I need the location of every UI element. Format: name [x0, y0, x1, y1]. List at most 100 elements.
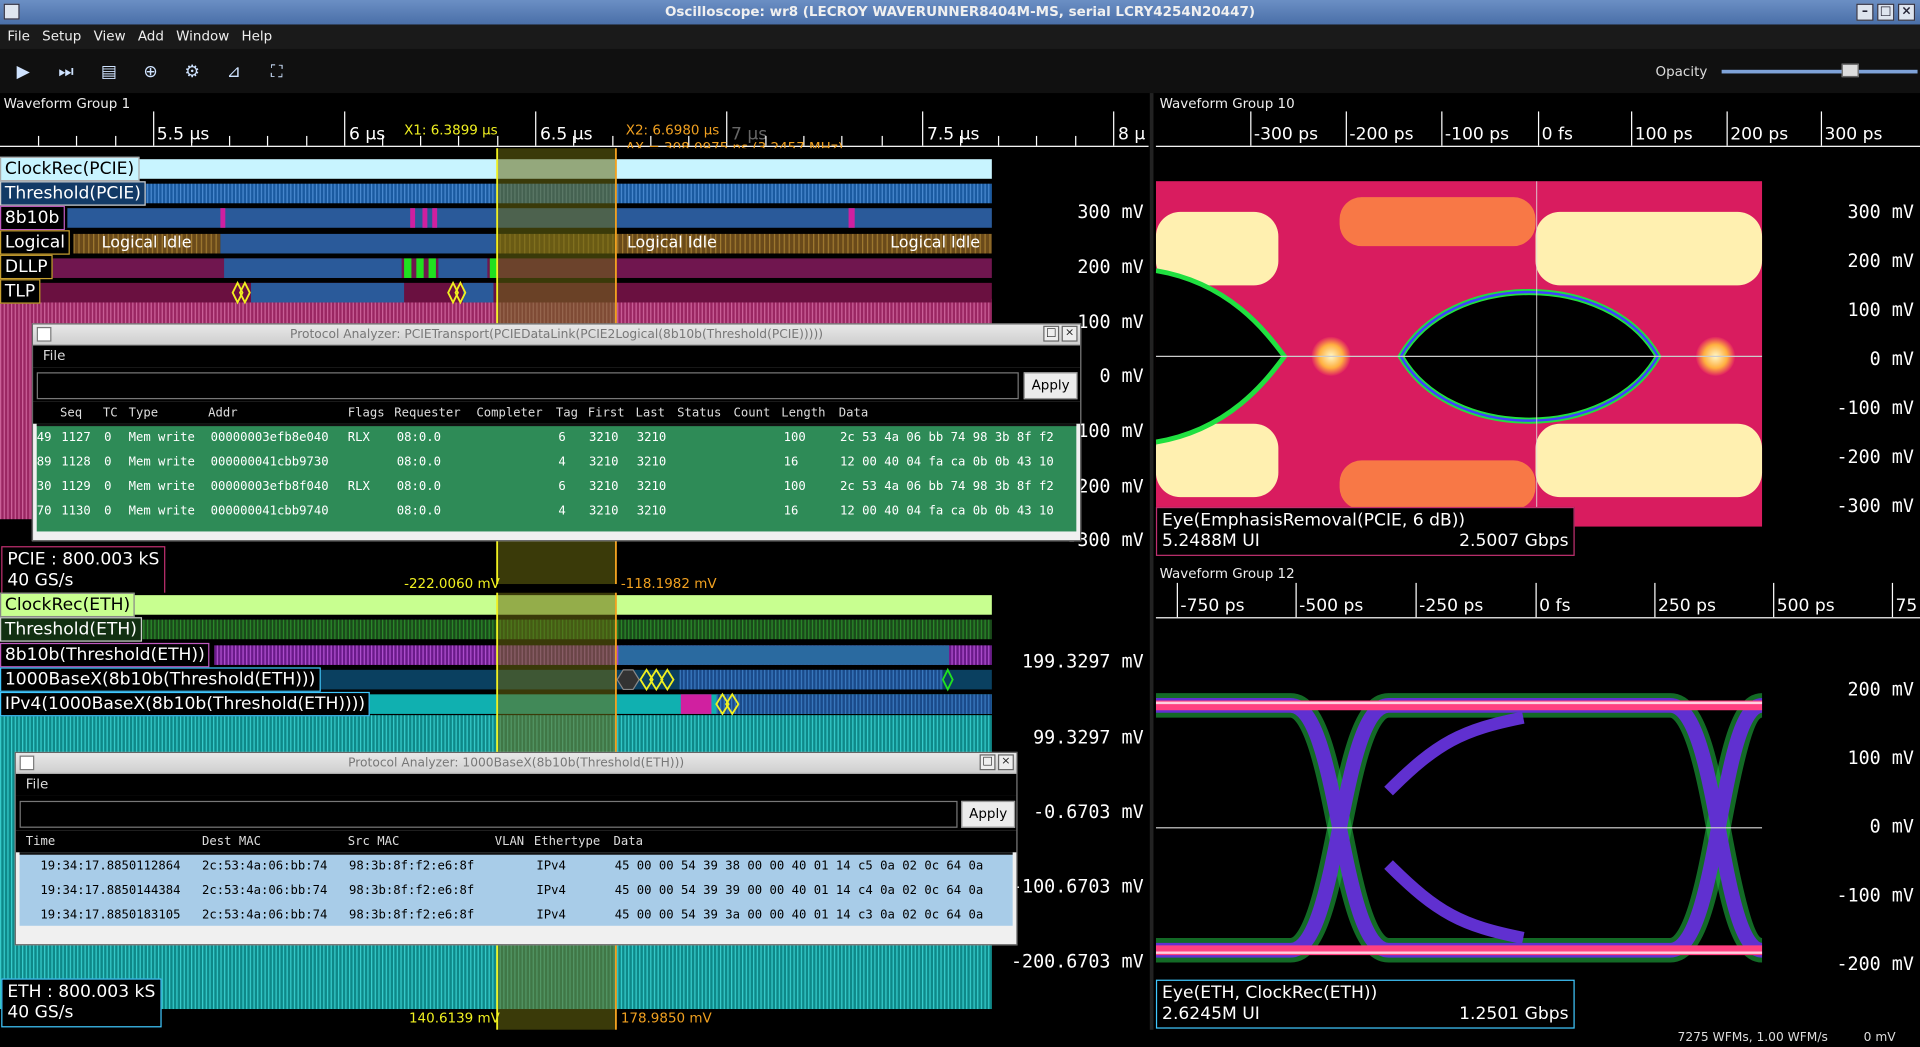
column-header[interactable]: Addr [208, 407, 238, 420]
cell: 19:34:17.8850183105 [40, 908, 181, 923]
pcie-dllp-label[interactable]: DLLP [0, 254, 53, 280]
cell: IPv4 [536, 859, 566, 874]
table-row[interactable]: 30 1129 0 Mem write 00000003efb8f040 RLX 08:0.… [37, 475, 1077, 499]
apply-button[interactable]: Apply [961, 800, 1016, 828]
column-header[interactable]: VLAN [495, 835, 525, 848]
settings-icon[interactable]: ⚙ [176, 59, 208, 86]
tick-label: -750 ps [1180, 596, 1245, 616]
waveform-rate-status: 7275 WFMs, 1.00 WFM/s [1677, 1031, 1828, 1045]
dialog-title-bar[interactable]: Protocol Analyzer: 1000BaseX(8b10b(Thres… [15, 753, 1017, 774]
column-header[interactable]: Data [613, 835, 643, 848]
group10-time-ruler[interactable]: -300 ps -200 ps -100 ps 0 fs 100 ps 200 … [1155, 111, 1920, 147]
history-icon[interactable]: ▤ [93, 59, 125, 86]
play-icon[interactable]: ▶ [7, 59, 39, 86]
cell: 45 00 00 54 39 3a 00 00 40 01 14 c3 0a 0… [614, 908, 984, 923]
pcie-tlp-label[interactable]: TLP [0, 279, 41, 304]
dialog-title-bar[interactable]: Protocol Analyzer: PCIETransport(PCIEDat… [33, 324, 1081, 346]
close-icon[interactable]: × [997, 754, 1014, 771]
menu-setup[interactable]: Setup [37, 24, 86, 48]
group1-time-ruler[interactable]: 5.5 μs 6 μs 6.5 μs 7 μs 7.5 μs 8 μ X1: 6… [0, 111, 1149, 156]
eth-clockrec-label[interactable]: ClockRec(ETH) [0, 592, 136, 618]
column-header[interactable]: TC [103, 407, 118, 420]
pcie-protocol-analyzer-dialog[interactable]: Protocol Analyzer: PCIETransport(PCIEDat… [31, 323, 1082, 542]
column-header[interactable]: Seq [60, 407, 82, 420]
eth-1000basex-label[interactable]: 1000BaseX(8b10b(Threshold(ETH))) [0, 667, 321, 692]
maximize-icon[interactable]: □ [1043, 325, 1060, 342]
fullscreen-icon[interactable]: ⛶ [261, 59, 293, 86]
table-row[interactable]: 89 1128 0 Mem write 000000041cbb9730 08:0.0 4 3… [37, 451, 1077, 475]
column-header[interactable]: Dest MAC [202, 835, 261, 848]
opacity-slider[interactable] [1721, 69, 1918, 74]
column-header[interactable]: Type [129, 407, 159, 420]
column-header[interactable]: Completer [476, 407, 542, 420]
group12-time-ruler[interactable]: -750 ps -500 ps -250 ps 0 fs 250 ps 500 … [1155, 582, 1920, 619]
column-header[interactable]: Src MAC [348, 835, 400, 848]
menu-add[interactable]: Add [133, 24, 169, 48]
pcie-channel-info[interactable]: PCIE : 800.003 kS 40 GS/s [1, 546, 166, 596]
step-icon[interactable]: ⏭ [50, 59, 82, 86]
menu-window[interactable]: Window [171, 24, 234, 48]
column-header[interactable]: Count [733, 407, 770, 420]
maximize-icon[interactable]: □ [979, 754, 996, 771]
close-button[interactable]: × [1897, 3, 1916, 21]
eth-channel-info[interactable]: ETH : 800.003 kS 40 GS/s [1, 978, 162, 1028]
dialog-menu-file[interactable]: File [43, 348, 66, 364]
menu-file[interactable]: File [2, 24, 34, 48]
pcie-eye-diagram[interactable]: 300 mV 200 mV 100 mV 0 mV -100 mV -200 m… [1155, 148, 1920, 559]
tick-label: -100 ps [1444, 124, 1510, 145]
pcie-eye-info[interactable]: Eye(EmphasisRemoval(PCIE, 6 dB)) 5.2488M… [1155, 506, 1575, 556]
column-header[interactable]: Length [781, 407, 825, 420]
pcie-8b10b-label[interactable]: 8b10b [0, 205, 65, 231]
measure-icon[interactable]: ⊿ [218, 59, 250, 86]
eth-eye-diagram[interactable]: 200 mV 100 mV 0 mV -100 mV -200 mV Eye(E… [1155, 619, 1920, 1030]
eth-protocol-analyzer-dialog[interactable]: Protocol Analyzer: 1000BaseX(8b10b(Thres… [14, 751, 1018, 946]
table-row[interactable]: 19:34:17.8850112864 2c:53:4a:06:bb:74 98:3… [20, 855, 1013, 879]
pcie-clockrec-label[interactable]: ClockRec(PCIE) [0, 156, 140, 182]
pcie-sample-rate: 40 GS/s [7, 570, 74, 591]
cell: 49 [36, 431, 52, 445]
cursor1-readout: X1: 6.3899 μs [404, 122, 498, 139]
maximize-button[interactable]: □ [1877, 3, 1895, 21]
splitter-vertical[interactable] [1149, 93, 1154, 1030]
close-icon[interactable]: × [1061, 325, 1078, 342]
eye-name: Eye(ETH, ClockRec(ETH)) [1162, 983, 1378, 1003]
column-header[interactable]: Ethertype [534, 835, 600, 848]
add-channel-icon[interactable]: ⊕ [135, 59, 167, 86]
filter-input[interactable] [36, 372, 1019, 400]
filter-input[interactable] [19, 800, 958, 828]
opacity-slider-handle[interactable] [1841, 63, 1859, 78]
pcie-logical-label[interactable]: Logical [0, 230, 70, 255]
menu-view[interactable]: View [89, 24, 131, 48]
cell: 00000003efb8e040 [210, 431, 329, 445]
eth-cursor2-value: 178.9850 mV [620, 1010, 712, 1027]
table-row[interactable]: 70 1130 0 Mem write 000000041cbb9740 08:0.0 4 3… [37, 500, 1077, 524]
eth-ipv4-label[interactable]: IPv4(1000BaseX(8b10b(Threshold(ETH)))) [0, 691, 371, 717]
minimize-button[interactable]: – [1856, 3, 1874, 21]
pcie-threshold-label[interactable]: Threshold(PCIE) [0, 181, 146, 206]
eth-eye-info[interactable]: Eye(ETH, ClockRec(ETH)) 2.6245M UI 1.2501… [1155, 979, 1575, 1029]
menu-help[interactable]: Help [237, 24, 278, 48]
status-bar: 7275 WFMs, 1.00 WFM/s 0 mV [0, 1029, 1920, 1047]
column-header[interactable]: Requester [394, 407, 460, 420]
eth-8b10b-label[interactable]: 8b10b(Threshold(ETH)) [0, 642, 210, 668]
column-header[interactable]: Last [636, 407, 666, 420]
cell: 08:0.0 [396, 455, 441, 470]
table-row[interactable]: 19:34:17.8850144384 2c:53:4a:06:bb:74 98:3… [20, 879, 1013, 903]
filter-bar: Apply [15, 795, 1017, 831]
pcie-cursor2-value: -118.1982 mV [620, 575, 717, 592]
column-header[interactable]: First [588, 407, 625, 420]
cell: 12 00 40 04 fa ca 0b 0b 43 10 [840, 455, 1054, 470]
cell: 16 [783, 504, 799, 518]
column-header[interactable]: Flags [348, 407, 385, 420]
column-header[interactable]: Data [839, 407, 869, 420]
column-header[interactable]: Tag [556, 407, 578, 420]
table-row[interactable]: 19:34:17.8850183105 2c:53:4a:06:bb:74 98:3… [20, 904, 1013, 928]
eth-threshold-label[interactable]: Threshold(ETH) [0, 617, 142, 642]
apply-button[interactable]: Apply [1023, 372, 1078, 400]
window-title-bar: Oscilloscope: wr8 (LECROY WAVERUNNER8404… [0, 0, 1920, 25]
column-header[interactable]: Status [677, 407, 721, 420]
table-row[interactable]: 49 1127 0 Mem write 00000003efb8e040 RLX 08:0.… [37, 426, 1077, 450]
dialog-menu-file[interactable]: File [26, 776, 49, 792]
column-header[interactable]: Time [26, 835, 56, 848]
cell: 3210 [636, 504, 667, 518]
